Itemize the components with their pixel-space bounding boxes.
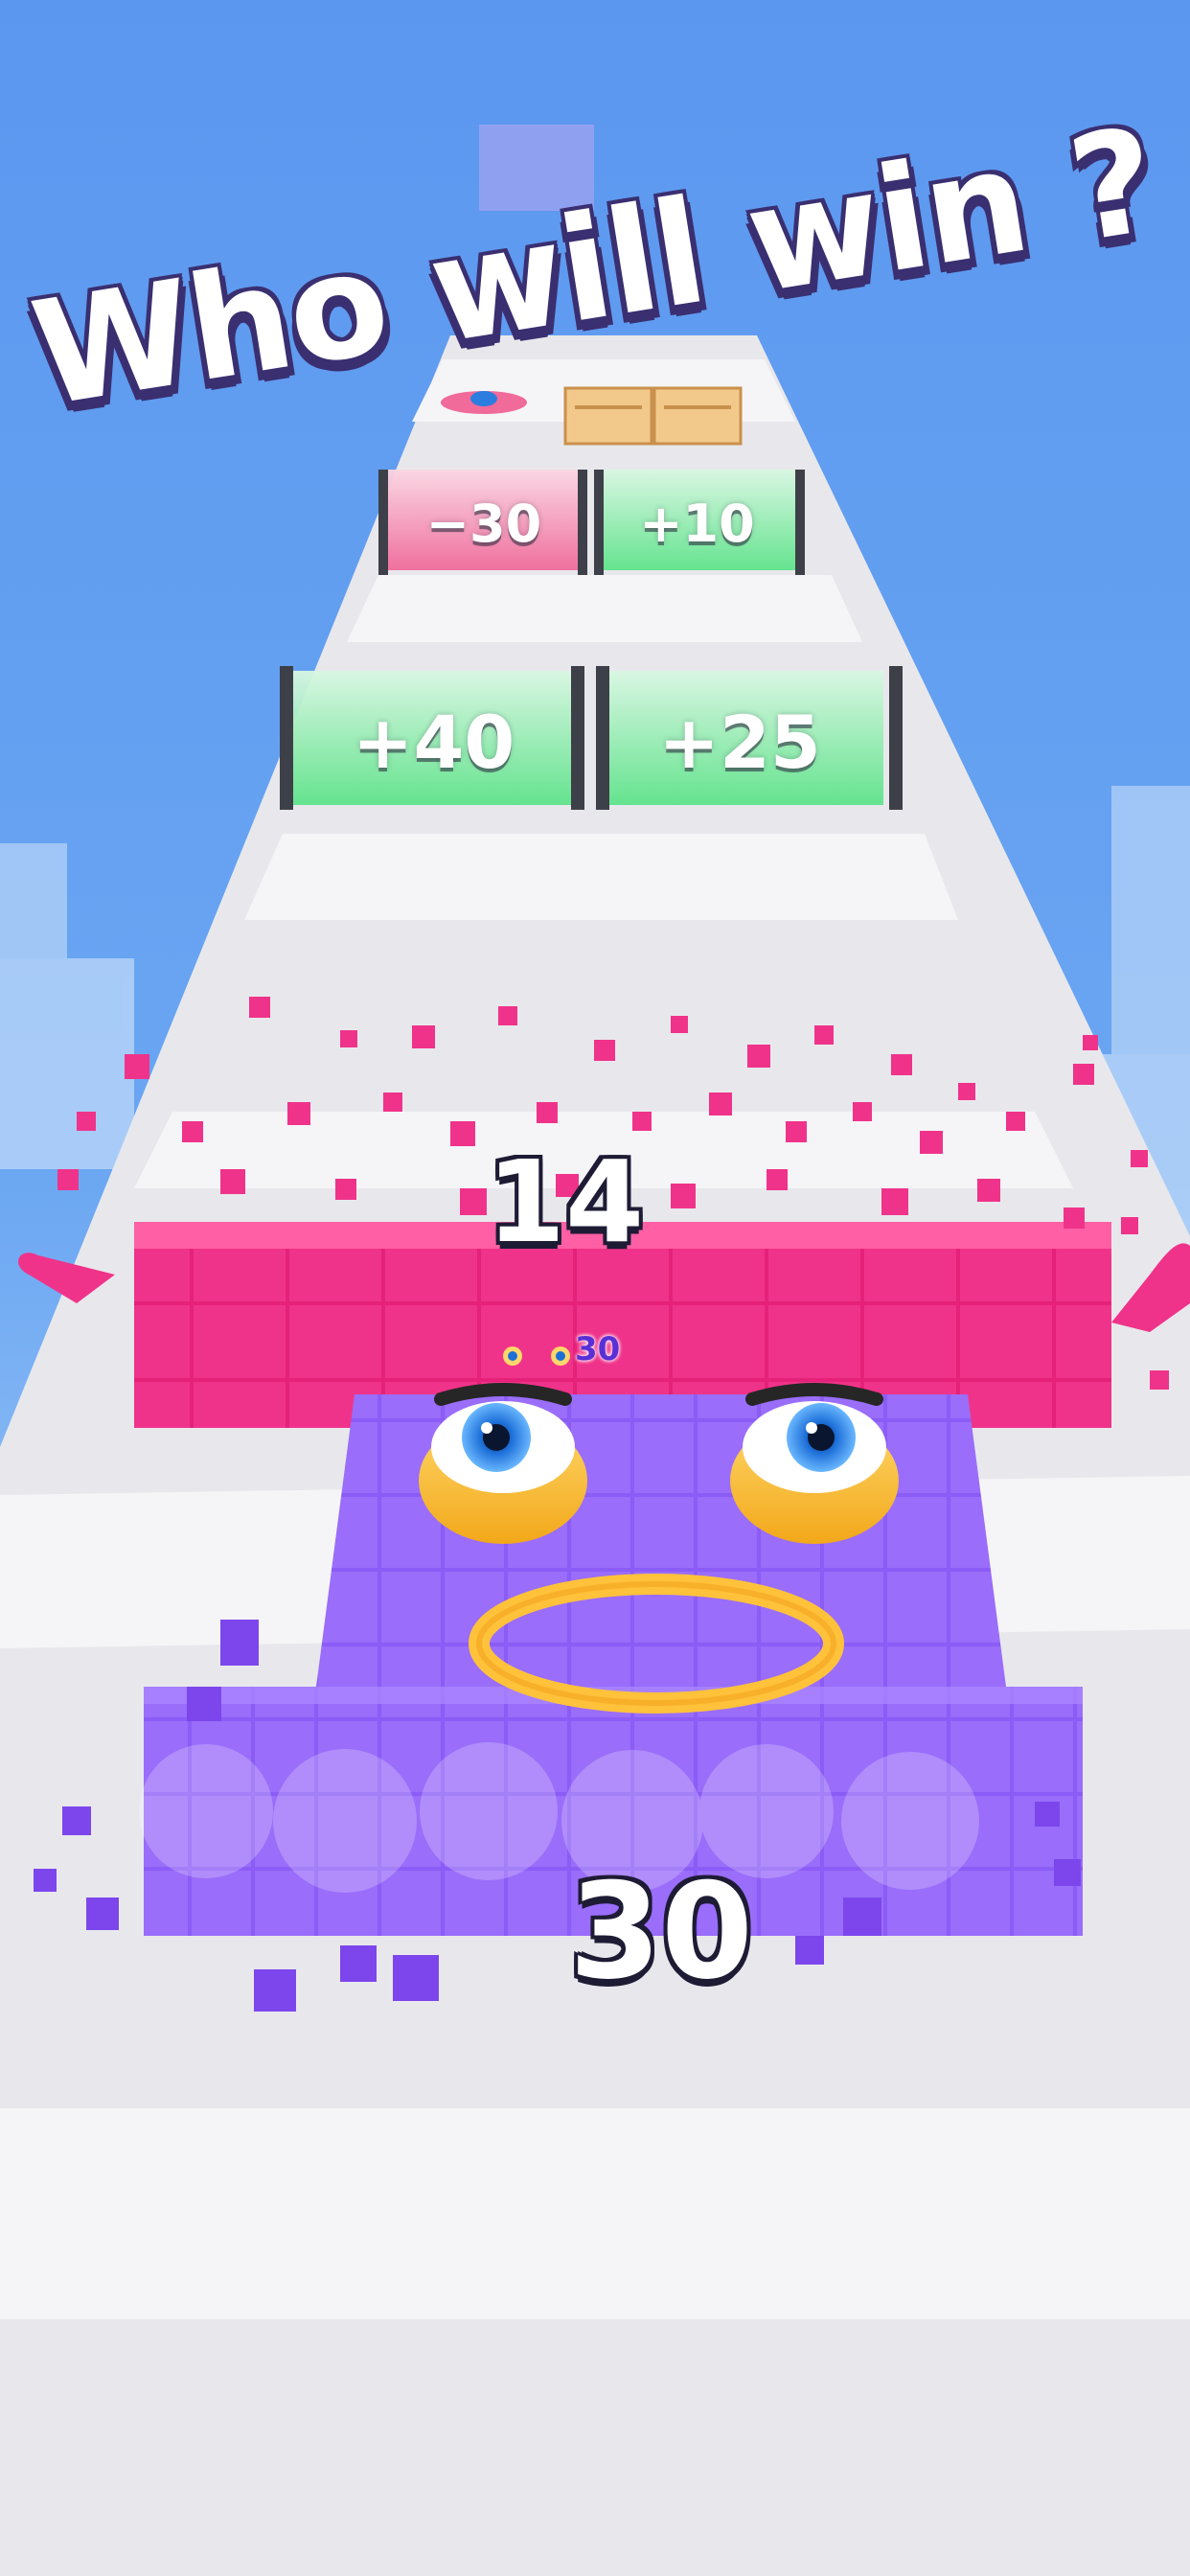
gate-far-left-label: −30 <box>425 494 542 554</box>
player-count: 30 <box>568 1854 754 2009</box>
enemy-count: 14 <box>486 1136 645 1268</box>
gate-near-left-label: +40 <box>352 700 515 785</box>
player-mini-count: 30 <box>575 1330 621 1368</box>
gate-far-right-label: +10 <box>639 494 755 554</box>
gate-near-right-label: +25 <box>658 700 821 785</box>
